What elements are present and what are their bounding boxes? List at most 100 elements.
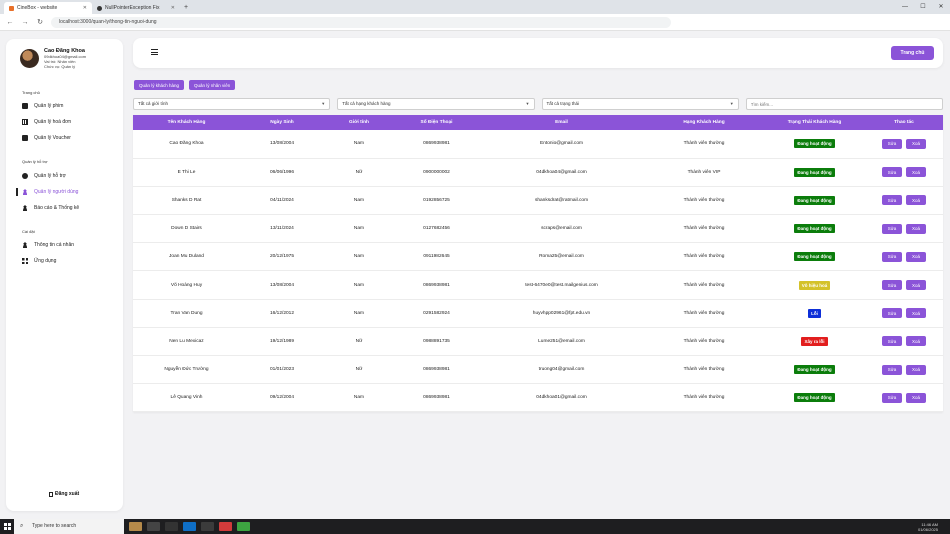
sidebar-item-reports[interactable]: Báo cáo & Thống kê	[22, 205, 79, 211]
cell-rank: Thành viên thường	[644, 214, 764, 244]
delete-button[interactable]: Xoá	[906, 167, 926, 178]
home-button[interactable]: Trang chủ	[891, 46, 934, 60]
status-badge: Đang hoạt động	[794, 393, 835, 403]
table-row: Nen Lu Mexicaz 19/12/1989 Nữ 0988891735 Lume…	[133, 327, 943, 357]
edit-button[interactable]: Sửa	[882, 336, 902, 347]
forward-icon[interactable]: →	[21, 19, 29, 26]
cell-status: Đang hoạt động	[764, 130, 865, 159]
gender-filter-select[interactable]: Tất cả giới tính ▼	[133, 98, 331, 110]
browser-tab-active[interactable]: CineBox - website ✕	[4, 2, 92, 14]
cell-actions: Sửa Xoá	[865, 214, 943, 244]
sidebar-item-vouchers[interactable]: Quản lý Voucher	[22, 135, 71, 141]
cell-phone: 0192856725	[394, 186, 479, 216]
sidebar-item-movies[interactable]: Quản lý phim	[22, 103, 63, 109]
taskbar-app-icon[interactable]	[147, 522, 160, 531]
manage-customers-button[interactable]: Quản lý khách hàng	[134, 80, 185, 90]
edit-button[interactable]: Sửa	[882, 308, 902, 319]
edit-button[interactable]: Sửa	[882, 251, 902, 262]
cell-phone: 0988891735	[394, 327, 479, 357]
maximize-icon[interactable]: ☐	[914, 0, 932, 14]
select-value: Tất cả hạng khách hàng	[342, 101, 391, 106]
rank-filter-select[interactable]: Tất cả hạng khách hàng ▼	[337, 98, 535, 110]
taskbar-app-icon[interactable]	[219, 522, 232, 531]
cell-email: Lume251@email.com	[479, 327, 644, 357]
column-header: Ngày Sinh	[240, 115, 324, 130]
menu-toggle-icon[interactable]	[151, 49, 158, 55]
status-filter-select[interactable]: Tất cả trạng thái ▼	[541, 98, 739, 110]
search-input[interactable]	[745, 98, 943, 110]
taskbar-search[interactable]: Type here to search	[14, 519, 124, 534]
sidebar-item-support[interactable]: Quản lý hỗ trợ	[22, 173, 66, 179]
taskbar-app-icon[interactable]	[129, 522, 142, 531]
delete-button[interactable]: Xoá	[906, 364, 926, 375]
sidebar-item-profile[interactable]: Thông tin cá nhân	[22, 242, 74, 248]
cell-dob: 01/01/2023	[240, 355, 324, 385]
edit-button[interactable]: Sửa	[882, 364, 902, 375]
cell-phone: 0900000002	[394, 158, 479, 187]
cell-actions: Sửa Xoá	[865, 355, 943, 385]
edit-button[interactable]: Sửa	[882, 167, 902, 178]
chrome-icon[interactable]	[237, 522, 250, 531]
close-tab-icon[interactable]: ✕	[83, 5, 87, 11]
delete-button[interactable]: Xoá	[906, 336, 926, 347]
cell-dob: 04/11/2024	[240, 186, 324, 216]
start-button[interactable]	[0, 519, 14, 534]
sidebar-item-invoices[interactable]: Quản lý hoá đơn	[22, 119, 71, 125]
cell-phone: 0127682456	[394, 214, 479, 244]
taskbar-app-icon[interactable]	[165, 522, 178, 531]
sidebar-item-apps[interactable]: Ứng dụng	[22, 258, 56, 264]
section-label-home: Trang chủ	[22, 90, 40, 95]
new-tab-icon[interactable]: +	[180, 2, 192, 14]
delete-button[interactable]: Xoá	[906, 251, 926, 262]
sidebar-item-label: Quản lý hỗ trợ	[34, 173, 66, 179]
edit-button[interactable]: Sửa	[882, 280, 902, 291]
edit-button[interactable]: Sửa	[882, 223, 902, 234]
status-badge: Đang hoạt động	[794, 365, 835, 375]
close-tab-icon[interactable]: ✕	[171, 5, 175, 11]
cell-name: Shanks D Rat	[133, 186, 240, 216]
edit-button[interactable]: Sửa	[882, 195, 902, 206]
tab-favicon-icon	[9, 5, 14, 11]
system-tray: 11:46 AM 01/06/2025	[918, 522, 950, 532]
cell-actions: Sửa Xoá	[865, 383, 943, 413]
app-page: Cao Đăng Khoa 09dkhoa04@gmail.com Vai tr…	[0, 31, 950, 519]
delete-button[interactable]: Xoá	[906, 308, 926, 319]
column-header: Giới tính	[324, 115, 394, 130]
delete-button[interactable]: Xoá	[906, 392, 926, 403]
edit-button[interactable]: Sửa	[882, 392, 902, 403]
section-label-support: Quản lý hỗ trợ	[22, 159, 48, 164]
delete-button[interactable]: Xoá	[906, 280, 926, 291]
cell-actions: Sửa Xoá	[865, 130, 943, 159]
cell-status: Lỗi	[764, 299, 865, 328]
browser-tab[interactable]: NullPointerException Fix ✕	[92, 2, 180, 14]
close-window-icon[interactable]: ✕	[932, 0, 950, 14]
reload-icon[interactable]: ↻	[36, 18, 44, 26]
cell-rank: Thành viên thường	[644, 130, 764, 159]
delete-button[interactable]: Xoá	[906, 223, 926, 234]
cell-dob: 16/12/2012	[240, 299, 324, 328]
url-field[interactable]: localhost:3000/quan-ly/thong-tin-nguoi-d…	[51, 16, 671, 28]
cell-phone: 0869938981	[394, 270, 479, 300]
minimize-icon[interactable]: —	[896, 0, 914, 14]
sidebar-item-label: Thông tin cá nhân	[34, 242, 75, 248]
browser-tab-bar: CineBox - website ✕ NullPointerException…	[0, 0, 950, 14]
cell-dob: 20/12/1975	[240, 242, 324, 272]
vscode-icon[interactable]	[183, 522, 196, 531]
edit-button[interactable]: Sửa	[882, 138, 902, 149]
chevron-down-icon: ▼	[729, 101, 734, 106]
clock-time: 11:46 AM	[921, 521, 938, 527]
cell-actions: Sửa Xoá	[865, 242, 943, 272]
taskbar-app-icon[interactable]	[201, 522, 214, 531]
cell-email: test-6470e0@test.mailgenius.com	[479, 270, 644, 300]
back-icon[interactable]: ←	[6, 19, 14, 26]
delete-button[interactable]: Xoá	[906, 138, 926, 149]
cell-phone: 0869938981	[394, 130, 479, 159]
sidebar-item-users[interactable]: Quản lý người dùng	[15, 188, 78, 196]
customer-table-container: Tên Khách Hàng Ngày Sinh Giới tính Số Đi…	[133, 115, 943, 413]
logout-button[interactable]: Đăng xuất	[49, 491, 79, 497]
ticket-icon	[22, 135, 28, 141]
cell-actions: Sửa Xoá	[865, 327, 943, 357]
manage-staff-button[interactable]: Quản lý nhân viên	[189, 80, 236, 90]
cell-email: shanksdrat@ratmail.com	[479, 186, 644, 216]
delete-button[interactable]: Xoá	[906, 195, 926, 206]
